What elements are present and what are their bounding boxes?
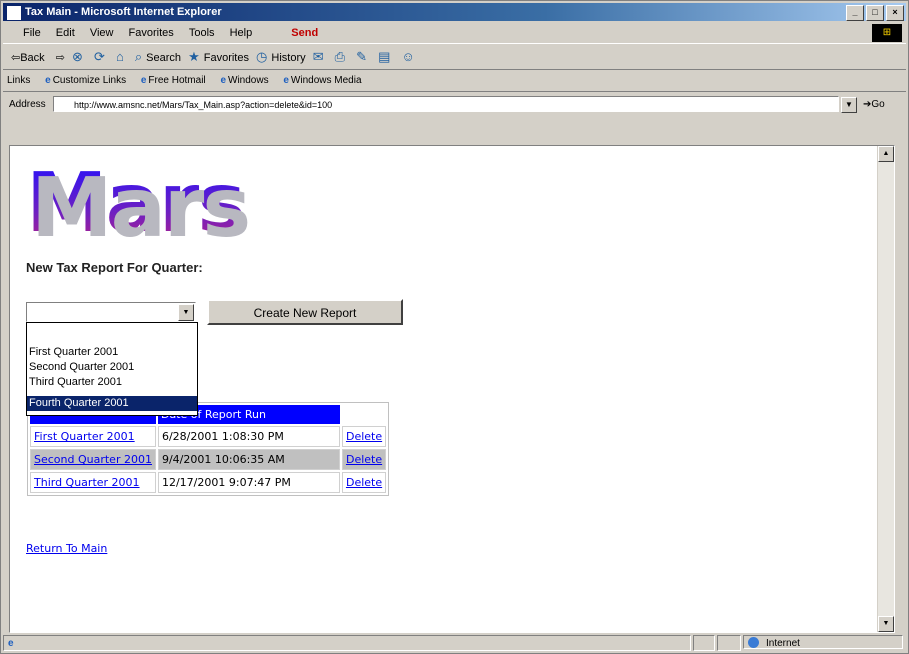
link-free-hotmail[interactable]: e Free Hotmail: [141, 75, 206, 86]
reports-table: Date of Report Run First Quarter 2001 6/…: [27, 402, 390, 496]
ie-page-icon: e: [8, 638, 14, 649]
chevron-down-icon[interactable]: ▼: [178, 304, 194, 321]
page-content: Mars New Tax Report For Quarter: ▼ Creat…: [9, 145, 895, 633]
dropdown-option-q4[interactable]: Fourth Quarter 2001: [27, 396, 197, 411]
page-heading: New Tax Report For Quarter:: [26, 260, 203, 275]
menu-favorites[interactable]: Favorites: [129, 27, 174, 39]
status-text-panel: e: [3, 635, 691, 651]
menu-edit[interactable]: Edit: [56, 27, 75, 39]
links-bar: Links e Customize Links e Free Hotmail e Wi…: [3, 71, 906, 92]
favorites-icon: ★: [188, 49, 200, 64]
browser-window: Tax Main - Microsoft Internet Explorer _…: [0, 0, 909, 654]
ie-icon: [6, 5, 22, 21]
delete-link[interactable]: Delete: [341, 449, 387, 470]
discuss-icon[interactable]: ▤: [378, 45, 390, 69]
quarter-link[interactable]: First Quarter 2001: [30, 426, 156, 447]
globe-icon: [748, 637, 759, 648]
create-new-report-button[interactable]: Create New Report: [207, 299, 403, 325]
table-row: Second Quarter 2001 9/4/2001 10:06:35 AM…: [30, 449, 387, 470]
menu-help[interactable]: Help: [230, 27, 253, 39]
link-windows-media[interactable]: e Windows Media: [283, 75, 361, 86]
dropdown-option-q1[interactable]: First Quarter 2001: [27, 345, 197, 360]
status-bar: e Internet: [3, 635, 906, 651]
ie-page-icon: e: [45, 75, 51, 86]
back-button[interactable]: ⇦Back: [11, 46, 45, 70]
window-title: Tax Main - Microsoft Internet Explorer: [25, 6, 222, 18]
menu-view[interactable]: View: [90, 27, 114, 39]
windows-logo-icon: ⊞: [872, 24, 902, 42]
scroll-down-icon[interactable]: ▼: [878, 616, 894, 632]
scroll-up-icon[interactable]: ▲: [878, 146, 894, 162]
search-button[interactable]: Search: [146, 46, 181, 70]
delete-link[interactable]: Delete: [341, 472, 387, 493]
return-to-main-link[interactable]: Return To Main: [26, 542, 107, 555]
report-date: 12/17/2001 9:07:47 PM: [157, 472, 340, 493]
history-icon: ◷: [256, 49, 268, 64]
ie-page-icon: e: [220, 75, 226, 86]
quarter-dropdown-list: First Quarter 2001 Second Quarter 2001 T…: [26, 322, 198, 416]
stop-icon[interactable]: ⊗: [72, 45, 83, 69]
delete-link[interactable]: Delete: [341, 426, 387, 447]
print-icon[interactable]: ⎙: [335, 45, 345, 69]
table-row: First Quarter 2001 6/28/2001 1:08:30 PM …: [30, 426, 387, 447]
quarter-link[interactable]: Second Quarter 2001: [30, 449, 156, 470]
dropdown-option-q2[interactable]: Second Quarter 2001: [27, 360, 197, 375]
maximize-button[interactable]: □: [866, 5, 884, 21]
send-button[interactable]: Send: [291, 27, 318, 39]
report-date: 6/28/2001 1:08:30 PM: [157, 426, 340, 447]
table-row: Third Quarter 2001 12/17/2001 9:07:47 PM…: [30, 472, 387, 493]
status-cell: [717, 635, 741, 651]
link-windows[interactable]: e Windows: [220, 75, 268, 86]
menu-bar: File Edit View Favorites Tools Help Send…: [3, 23, 906, 44]
security-zone: Internet: [743, 635, 903, 649]
home-icon[interactable]: ⌂: [116, 45, 124, 69]
history-button[interactable]: History: [271, 46, 305, 70]
address-input[interactable]: http://www.amsnc.net/Mars/Tax_Main.asp?a…: [53, 96, 839, 112]
address-label: Address: [9, 99, 46, 110]
mars-logo: Mars: [26, 156, 246, 251]
menu-file[interactable]: File: [23, 27, 41, 39]
search-icon: ⌕: [134, 49, 143, 64]
address-dropdown-icon[interactable]: ▼: [841, 97, 857, 113]
report-date: 9/4/2001 10:06:35 AM: [157, 449, 340, 470]
links-label: Links: [7, 75, 31, 86]
toolbar: ⇦Back ⇨ ⊗ ⟳ ⌂ ⌕ Search ★ Favorites ◷ Histor…: [3, 45, 906, 70]
close-button[interactable]: ×: [886, 5, 904, 21]
forward-button[interactable]: ⇨: [56, 46, 65, 70]
quarter-link[interactable]: Third Quarter 2001: [30, 472, 156, 493]
vertical-scrollbar[interactable]: ▲ ▼: [877, 146, 894, 632]
refresh-icon[interactable]: ⟳: [94, 45, 105, 69]
mail-icon[interactable]: ✉: [313, 45, 324, 69]
minimize-button[interactable]: _: [846, 5, 864, 21]
zone-label: Internet: [766, 638, 800, 649]
link-customize-links[interactable]: e Customize Links: [45, 75, 126, 86]
favorites-button[interactable]: Favorites: [204, 46, 249, 70]
messenger-icon[interactable]: ☺: [401, 45, 414, 69]
quarter-select[interactable]: ▼: [26, 302, 196, 322]
title-bar: Tax Main - Microsoft Internet Explorer _…: [3, 3, 906, 21]
go-button[interactable]: ➔Go: [863, 93, 885, 117]
menu-tools[interactable]: Tools: [189, 27, 215, 39]
edit-icon[interactable]: ✎: [356, 45, 367, 69]
window-controls: _ □ ×: [846, 5, 904, 21]
ie-page-icon: e: [140, 75, 147, 86]
status-cell: [693, 635, 715, 651]
address-bar: Address http://www.amsnc.net/Mars/Tax_Ma…: [3, 93, 906, 117]
table-header-spacer: [342, 405, 386, 424]
dropdown-option-q3[interactable]: Third Quarter 2001: [27, 375, 197, 390]
ie-page-icon: e: [283, 75, 289, 86]
